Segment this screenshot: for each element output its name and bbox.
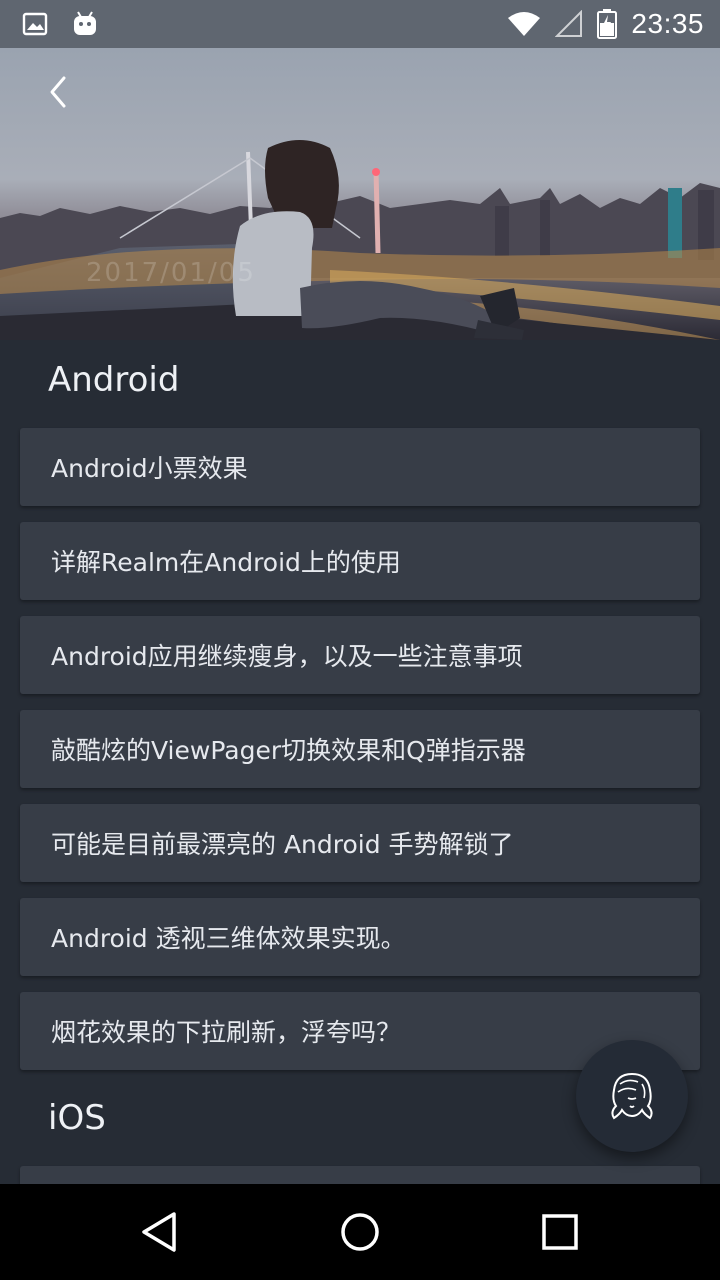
article-title: Android 透视三维体效果实现。 xyxy=(51,924,406,953)
battery-charging-icon xyxy=(597,9,618,39)
navigation-bar xyxy=(0,1184,720,1280)
article-card[interactable]: 可能是目前最漂亮的 Android 手势解锁了 xyxy=(20,804,700,882)
status-bar: 23:35 xyxy=(0,0,720,48)
article-card[interactable]: Android应用继续瘦身，以及一些注意事项 xyxy=(20,616,700,694)
status-time: 23:35 xyxy=(631,8,704,39)
article-title: 敲酷炫的ViewPager切换效果和Q弹指示器 xyxy=(51,736,526,765)
article-title: Android应用继续瘦身，以及一些注意事项 xyxy=(51,642,523,671)
girl-portrait-icon xyxy=(611,1072,653,1120)
back-arrow-icon[interactable] xyxy=(36,70,80,114)
article-card[interactable]: 详解Realm在Android上的使用 xyxy=(20,522,700,600)
android-notification-icon xyxy=(74,11,96,35)
article-card[interactable]: 敲酷炫的ViewPager切换效果和Q弹指示器 xyxy=(20,710,700,788)
article-title: 烟花效果的下拉刷新，浮夸吗？ xyxy=(51,1018,402,1047)
header-photo: 2017/01/05 xyxy=(0,48,720,340)
section-title-android: Android xyxy=(48,360,180,400)
city-night-scene xyxy=(0,48,720,340)
wifi-icon xyxy=(508,12,541,36)
home-circle-icon[interactable] xyxy=(336,1208,384,1256)
fab-button[interactable] xyxy=(576,1040,688,1152)
back-triangle-icon[interactable] xyxy=(136,1208,184,1256)
signal-icon xyxy=(555,10,583,37)
article-title: 详解Realm在Android上的使用 xyxy=(51,548,401,577)
section-title-ios: iOS xyxy=(48,1098,106,1138)
article-card[interactable]: Android 透视三维体效果实现。 xyxy=(20,898,700,976)
image-notification-icon xyxy=(22,12,48,36)
article-title: 可能是目前最漂亮的 Android 手势解锁了 xyxy=(51,830,514,859)
article-title: Android小票效果 xyxy=(51,454,248,483)
article-card[interactable]: Android小票效果 xyxy=(20,428,700,506)
recents-square-icon[interactable] xyxy=(536,1208,584,1256)
header-date-watermark: 2017/01/05 xyxy=(86,258,256,288)
